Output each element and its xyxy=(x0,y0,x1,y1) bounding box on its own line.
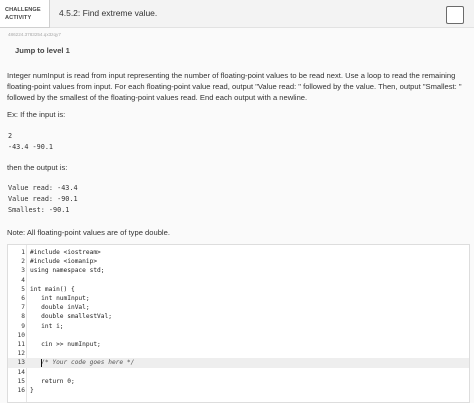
code-line[interactable]: 3 using namespace std; xyxy=(8,266,469,275)
code-text[interactable]: return 0; xyxy=(30,377,75,386)
code-line[interactable]: 7 double inVal; xyxy=(8,303,469,312)
code-text[interactable]: } xyxy=(30,386,34,395)
code-line[interactable]: 12 xyxy=(8,349,469,358)
code-text[interactable]: int main() { xyxy=(30,285,75,294)
code-line[interactable]: 6 int numInput; xyxy=(8,294,469,303)
badge-line-1: CHALLENGE xyxy=(5,7,41,13)
code-line[interactable]: 9 int i; xyxy=(8,322,469,331)
code-text[interactable]: /* Your code goes here */ xyxy=(30,358,134,367)
line-number: 13 xyxy=(17,359,25,367)
line-number: 9 xyxy=(21,322,25,330)
line-number: 11 xyxy=(17,341,25,348)
line-number: 8 xyxy=(21,313,25,321)
example-input-line: 2 xyxy=(8,132,13,140)
code-text[interactable]: #include <iostream> xyxy=(30,248,101,257)
code-line[interactable]: 1 #include <iostream> xyxy=(8,248,469,257)
activity-content: 486224.3783254.qx3zqy7 Jump to level 1 I… xyxy=(0,28,474,403)
example-intro: Ex: If the input is: xyxy=(7,110,66,119)
example-output-line: Value read: -43.4 xyxy=(8,184,78,192)
code-line[interactable]: 14 xyxy=(8,368,469,377)
example-input: 2 -43.4 -90.1 xyxy=(8,131,53,153)
code-line[interactable]: 13 /* Your code goes here */ xyxy=(8,358,469,368)
code-line[interactable]: 16} xyxy=(8,386,469,395)
badge-line-2: ACTIVITY xyxy=(5,15,32,21)
code-line[interactable]: 4 xyxy=(8,276,469,285)
code-line[interactable]: 11 cin >> numInput; xyxy=(8,340,469,349)
activity-title: 4.5.2: Find extreme value. xyxy=(59,8,158,18)
code-line[interactable]: 10 xyxy=(8,331,469,340)
jump-to-level-link[interactable]: Jump to level 1 xyxy=(15,46,70,55)
line-number: 6 xyxy=(21,295,25,302)
code-editor[interactable]: 1 #include <iostream> 2 #include <iomanip> 3… xyxy=(7,244,470,403)
then-text: then the output is: xyxy=(7,163,68,172)
example-output-line: Smallest: -90.1 xyxy=(8,206,70,214)
code-text[interactable]: double inVal; xyxy=(30,303,89,312)
line-number: 12 xyxy=(17,350,25,358)
example-input-line: -43.4 -90.1 xyxy=(8,143,54,151)
example-output-line: Value read: -90.1 xyxy=(8,195,78,203)
code-text[interactable]: int numInput; xyxy=(30,294,89,303)
line-number: 5 xyxy=(21,285,25,293)
line-number: 2 xyxy=(21,258,25,266)
line-number: 4 xyxy=(21,276,25,284)
code-line[interactable]: 15 return 0; xyxy=(8,377,469,386)
line-number: 1 xyxy=(21,249,25,256)
line-number: 10 xyxy=(17,331,25,339)
note-text: Note: All floating-point values are of t… xyxy=(7,228,170,237)
code-line[interactable]: 2 #include <iomanip> xyxy=(8,257,469,266)
line-number: 16 xyxy=(17,387,25,394)
example-output: Value read: -43.4 Value read: -90.1 Smal… xyxy=(8,183,78,216)
line-number: 7 xyxy=(21,304,25,312)
problem-description: Integer numInput is read from input repr… xyxy=(7,71,462,103)
completion-status-icon xyxy=(446,6,464,24)
line-number: 3 xyxy=(21,267,25,275)
challenge-activity-badge: CHALLENGE ACTIVITY xyxy=(0,0,50,28)
text-cursor xyxy=(41,359,42,367)
code-line[interactable]: 8 double smallestVal; xyxy=(8,312,469,321)
line-number: 14 xyxy=(17,368,25,376)
code-line[interactable]: 5 int main() { xyxy=(8,285,469,294)
code-text[interactable]: cin >> numInput; xyxy=(30,340,101,349)
line-number: 15 xyxy=(17,377,25,385)
code-text[interactable]: using namespace std; xyxy=(30,266,105,275)
activity-id: 486224.3783254.qx3zqy7 xyxy=(8,32,61,37)
code-text[interactable]: int i; xyxy=(30,322,63,331)
code-text[interactable]: #include <iomanip> xyxy=(30,257,97,266)
code-text[interactable]: double smallestVal; xyxy=(30,312,112,321)
activity-header: CHALLENGE ACTIVITY 4.5.2: Find extreme v… xyxy=(0,0,474,28)
